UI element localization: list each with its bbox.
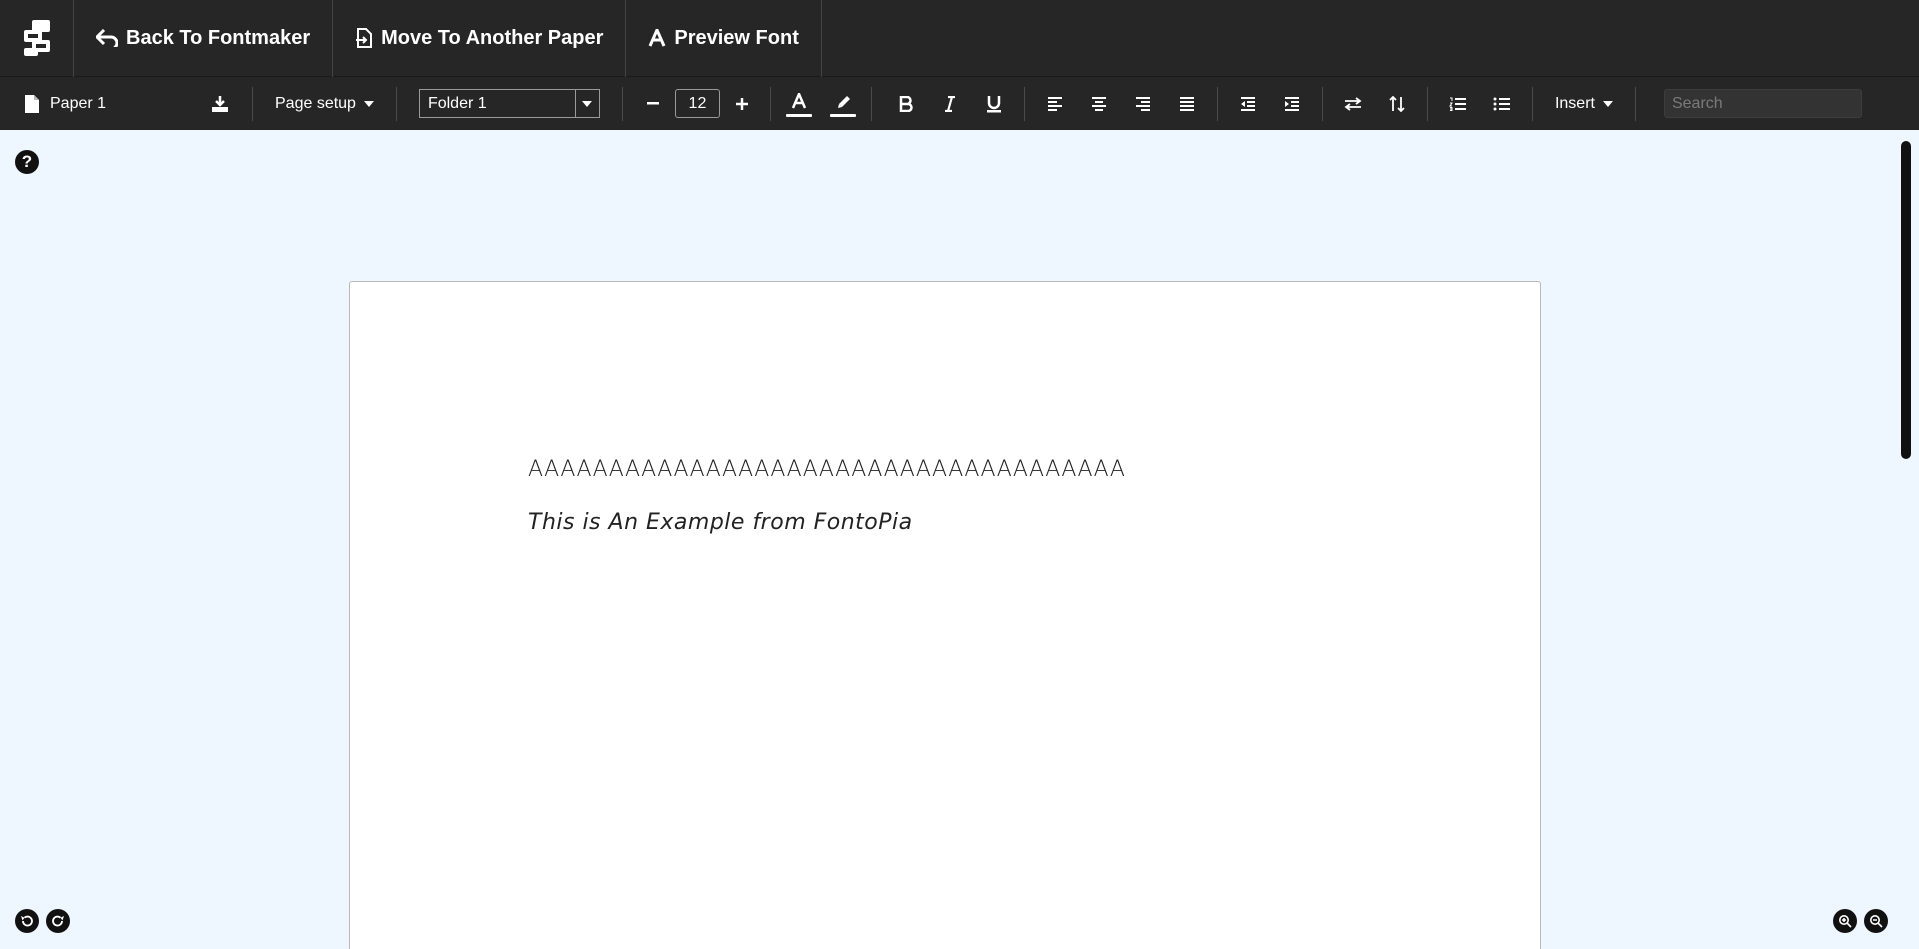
download-icon xyxy=(212,95,228,112)
bold-button[interactable] xyxy=(884,77,928,130)
plus-icon xyxy=(735,97,748,110)
logo-icon xyxy=(23,20,50,56)
insert-label: Insert xyxy=(1554,94,1595,112)
minus-icon xyxy=(646,101,659,104)
underline-button[interactable] xyxy=(972,77,1016,130)
line-spacing-button[interactable] xyxy=(1375,77,1419,130)
toolbar-divider xyxy=(1023,86,1025,121)
toolbar-divider xyxy=(1634,86,1636,121)
editor-toolbar: Paper 1 Page setup Folder 1 12 Insert Se… xyxy=(0,77,1919,130)
highlighter-icon xyxy=(837,95,850,108)
folder-select-toggle[interactable] xyxy=(574,90,599,117)
align-right-icon xyxy=(1135,96,1150,111)
download-button[interactable] xyxy=(198,77,242,130)
indent-button[interactable] xyxy=(1270,77,1314,130)
italic-icon xyxy=(944,95,955,112)
move-to-another-paper-label: Move To Another Paper xyxy=(381,26,604,49)
toolbar-divider xyxy=(1216,86,1218,121)
highlight-color-swatch xyxy=(829,114,856,117)
insert-dropdown[interactable]: Insert xyxy=(1533,95,1635,113)
chevron-down-icon xyxy=(582,100,593,107)
paper-name-label: Paper 1 xyxy=(50,94,107,112)
font-icon xyxy=(649,29,666,47)
document-icon xyxy=(25,94,39,113)
help-button[interactable]: ? xyxy=(15,150,39,174)
search-input[interactable] xyxy=(1663,89,1862,118)
toolbar-divider xyxy=(1321,86,1323,121)
increase-font-size-button[interactable] xyxy=(720,77,764,130)
chevron-down-icon xyxy=(1602,100,1613,107)
folder-select-value: Folder 1 xyxy=(427,94,487,112)
align-center-button[interactable] xyxy=(1077,77,1121,130)
toolbar-divider xyxy=(1426,86,1428,121)
preview-font-button[interactable]: Preview Font xyxy=(626,0,822,77)
decrease-font-size-button[interactable] xyxy=(631,77,675,130)
text-direction-button[interactable] xyxy=(1331,77,1375,130)
align-left-icon xyxy=(1047,96,1062,111)
folder-select[interactable]: Folder 1 xyxy=(418,89,600,118)
text-color-button[interactable] xyxy=(777,77,821,130)
page-setup-label: Page setup xyxy=(275,94,356,112)
document-line-1[interactable]: AAAAAAAAAAAAAAAAAAAAAAAAAAAAAAAAAAAAA xyxy=(528,457,1125,482)
paper-page[interactable]: AAAAAAAAAAAAAAAAAAAAAAAAAAAAAAAAAAAAA Th… xyxy=(349,281,1541,949)
document-line-2[interactable]: This is An Example from FontoPia xyxy=(528,510,913,535)
back-to-fontmaker-button[interactable]: Back To Fontmaker xyxy=(74,0,334,77)
indent-icon xyxy=(1284,96,1299,111)
chevron-down-icon xyxy=(363,100,374,107)
toolbar-divider xyxy=(870,86,872,121)
align-justify-button[interactable] xyxy=(1165,77,1209,130)
numbered-list-button[interactable] xyxy=(1436,77,1480,130)
toolbar-divider xyxy=(395,86,397,121)
preview-font-label: Preview Font xyxy=(674,26,799,49)
ordered-list-icon xyxy=(1449,97,1466,111)
page-setup-dropdown[interactable]: Page setup xyxy=(253,95,396,113)
align-left-button[interactable] xyxy=(1033,77,1077,130)
italic-button[interactable] xyxy=(928,77,972,130)
zoom-in-icon xyxy=(1839,915,1852,928)
highlight-color-button[interactable] xyxy=(821,77,865,130)
swap-horizontal-icon xyxy=(1344,96,1362,111)
text-color-icon xyxy=(791,92,807,108)
outdent-icon xyxy=(1240,96,1255,111)
align-right-button[interactable] xyxy=(1121,77,1165,130)
vertical-scrollbar[interactable] xyxy=(1901,141,1911,459)
zoom-out-button[interactable] xyxy=(1864,909,1888,933)
move-to-another-paper-button[interactable]: Move To Another Paper xyxy=(333,0,627,77)
zoom-out-icon xyxy=(1870,915,1883,928)
toolbar-divider xyxy=(621,86,623,121)
align-center-icon xyxy=(1091,96,1106,111)
bold-icon xyxy=(899,95,913,112)
redo-icon xyxy=(52,915,64,927)
font-size-input[interactable]: 12 xyxy=(674,89,720,118)
bullet-list-button[interactable] xyxy=(1480,77,1524,130)
file-move-icon xyxy=(356,28,373,48)
zoom-in-button[interactable] xyxy=(1833,909,1857,933)
app-logo[interactable] xyxy=(0,0,74,77)
back-arrow-icon xyxy=(96,29,118,47)
paper-name: Paper 1 xyxy=(0,94,190,114)
back-to-fontmaker-label: Back To Fontmaker xyxy=(126,26,311,49)
redo-button[interactable] xyxy=(46,909,70,933)
unordered-list-icon xyxy=(1493,97,1510,110)
outdent-button[interactable] xyxy=(1226,77,1270,130)
underline-icon xyxy=(986,95,1001,112)
text-color-swatch xyxy=(785,114,812,117)
top-nav-bar: Back To Fontmaker Move To Another Paper … xyxy=(0,0,1919,77)
undo-icon xyxy=(21,915,33,927)
undo-button[interactable] xyxy=(15,909,39,933)
toolbar-divider xyxy=(769,86,771,121)
swap-vertical-icon xyxy=(1389,95,1405,112)
align-justify-icon xyxy=(1179,96,1194,111)
